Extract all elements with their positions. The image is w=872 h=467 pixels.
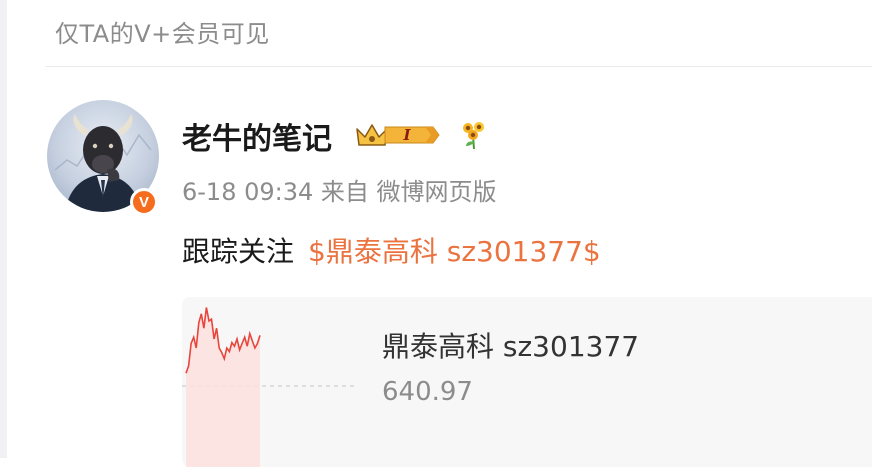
stock-card-price: 640.97 [382, 377, 473, 407]
visibility-note: 仅TA的V+会员可见 [55, 14, 270, 49]
sparkline-area [186, 308, 260, 467]
author-name[interactable]: 老牛的笔记 [182, 114, 332, 158]
stock-card[interactable]: 鼎泰高科 sz301377 640.97 [182, 297, 872, 467]
price-sparkline [182, 297, 362, 467]
vip-crown-badge-icon[interactable]: I [355, 117, 441, 153]
stock-card-title: 鼎泰高科 sz301377 [382, 325, 639, 365]
vip-level-text: I [402, 126, 411, 144]
left-rail [0, 0, 7, 458]
divider [45, 66, 872, 67]
post-text: 跟踪关注 $鼎泰高科 sz301377$ [182, 230, 601, 270]
stock-topic-link[interactable]: $鼎泰高科 sz301377$ [308, 235, 601, 268]
sunflower-icon[interactable] [458, 118, 490, 150]
post-meta: 6-18 09:34 来自 微博网页版 [182, 172, 497, 207]
author-avatar[interactable]: V [47, 100, 159, 212]
verified-v-icon: V [130, 188, 158, 216]
post-text-prefix: 跟踪关注 [182, 235, 294, 268]
